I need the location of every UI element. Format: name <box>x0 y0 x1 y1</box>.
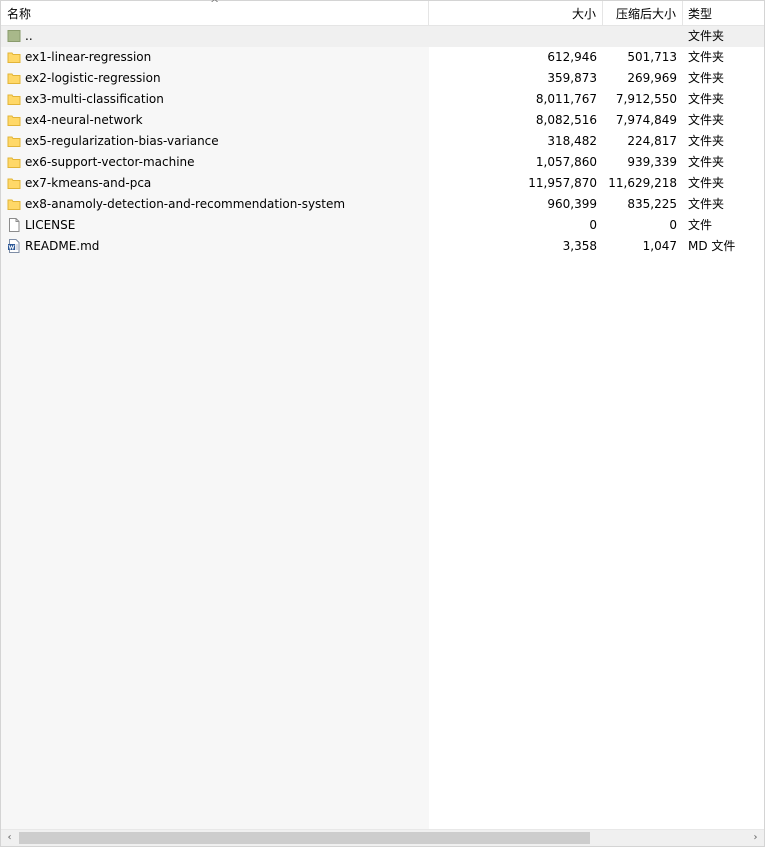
file-name-cell: ex3-multi-classification <box>7 89 427 110</box>
file-packed-size: 0 <box>669 218 677 232</box>
file-type: 文件夹 <box>688 197 725 211</box>
file-name: ex8-anamoly-detection-and-recommendation… <box>25 197 346 211</box>
file-name: ex2-logistic-regression <box>25 71 161 85</box>
file-packed-size: 501,713 <box>627 50 677 64</box>
file-packed-size: 939,339 <box>627 155 677 169</box>
file-icon <box>7 217 21 232</box>
parent-folder-icon <box>7 29 21 43</box>
file-row[interactable]: README.md 3,358 1,047 MD 文件 <box>1 236 764 257</box>
column-type-label: 类型 <box>688 7 713 21</box>
file-name: ex3-multi-classification <box>25 92 164 106</box>
column-size-label: 大小 <box>571 7 596 21</box>
folder-icon <box>7 92 21 106</box>
file-packed-size: 11,629,218 <box>608 176 677 190</box>
folder-icon <box>7 50 21 64</box>
file-row[interactable]: ex7-kmeans-and-pca 11,957,870 11,629,218 文件… <box>1 173 764 194</box>
file-row[interactable]: ex2-logistic-regression 359,873 269,969 文件夹 <box>1 68 764 89</box>
file-packed-size: 1,047 <box>642 239 677 253</box>
column-packed-size-header[interactable]: 压缩后大小 <box>603 1 683 26</box>
file-packed-size: 269,969 <box>627 71 677 85</box>
file-size: 359,873 <box>547 71 597 85</box>
file-row[interactable]: ex5-regularization-bias-variance 318,482 2… <box>1 131 764 152</box>
file-type: 文件夹 <box>688 92 725 106</box>
folder-icon <box>7 134 21 148</box>
file-row[interactable]: ex6-support-vector-machine 1,057,860 939,3… <box>1 152 764 173</box>
file-size: 8,011,767 <box>535 92 597 106</box>
scroll-thumb[interactable] <box>19 832 590 844</box>
file-packed-size: 835,225 <box>627 197 677 211</box>
file-name-cell: README.md <box>7 236 427 257</box>
scroll-left-button[interactable]: ‹ <box>1 830 18 846</box>
file-type: 文件 <box>688 218 713 232</box>
file-row[interactable]: ex4-neural-network 8,082,516 7,974,849 文件夹 <box>1 110 764 131</box>
file-name-cell: ex6-support-vector-machine <box>7 152 427 173</box>
parent-directory-row[interactable]: .. 文件夹 <box>1 26 764 47</box>
file-name: ex4-neural-network <box>25 113 143 127</box>
file-row[interactable]: LICENSE 0 0 文件 <box>1 215 764 236</box>
folder-icon <box>7 176 21 190</box>
horizontal-scrollbar[interactable]: ‹ › <box>1 829 764 846</box>
folder-icon <box>7 155 21 169</box>
document-icon <box>7 238 21 253</box>
file-type: 文件夹 <box>688 176 725 190</box>
file-name: LICENSE <box>25 218 76 232</box>
file-type: 文件夹 <box>688 155 725 169</box>
column-type-header[interactable]: 类型 <box>683 1 764 26</box>
file-type: 文件夹 <box>688 71 725 85</box>
file-type: 文件夹 <box>688 113 725 127</box>
scroll-right-button[interactable]: › <box>747 830 764 846</box>
file-packed-size: 7,974,849 <box>615 113 677 127</box>
file-name: README.md <box>25 239 100 253</box>
file-name-cell: LICENSE <box>7 215 427 236</box>
file-list: .. 文件夹 ex1-linear-regression 612,946 501,713… <box>1 26 764 829</box>
file-name-cell: ex1-linear-regression <box>7 47 427 68</box>
archive-window: 名称 ^ 大小 压缩后大小 类型 .. 文件夹 ex1-linear-regress… <box>0 0 765 847</box>
column-packed-size-label: 压缩后大小 <box>615 7 676 21</box>
file-type: 文件夹 <box>688 29 725 43</box>
file-name-cell: ex7-kmeans-and-pca <box>7 173 427 194</box>
folder-icon <box>7 71 21 85</box>
column-name-header[interactable]: 名称 ^ <box>1 0 429 26</box>
file-size: 1,057,860 <box>535 155 597 169</box>
file-name: ex7-kmeans-and-pca <box>25 176 152 190</box>
file-size: 318,482 <box>547 134 597 148</box>
file-packed-size: 7,912,550 <box>615 92 677 106</box>
file-rows: .. 文件夹 ex1-linear-regression 612,946 501,713… <box>1 26 764 257</box>
file-size: 0 <box>589 218 597 232</box>
file-size <box>429 26 603 47</box>
file-name: .. <box>25 29 33 43</box>
file-size: 960,399 <box>547 197 597 211</box>
folder-icon <box>7 197 21 211</box>
file-row[interactable]: ex8-anamoly-detection-and-recommendation… <box>1 194 764 215</box>
file-name-cell: ex2-logistic-regression <box>7 68 427 89</box>
file-name-cell: ex8-anamoly-detection-and-recommendation… <box>7 194 427 215</box>
file-row[interactable]: ex1-linear-regression 612,946 501,713 文件夹 <box>1 47 764 68</box>
file-type: MD 文件 <box>688 239 736 253</box>
column-name-label: 名称 <box>7 7 32 21</box>
folder-icon <box>7 113 21 127</box>
file-name: ex6-support-vector-machine <box>25 155 195 169</box>
file-size: 612,946 <box>547 50 597 64</box>
file-size: 8,082,516 <box>535 113 597 127</box>
column-size-header[interactable]: 大小 <box>429 1 603 26</box>
file-packed-size: 224,817 <box>627 134 677 148</box>
column-header: 名称 ^ 大小 压缩后大小 类型 <box>1 0 764 26</box>
file-row[interactable]: ex3-multi-classification 8,011,767 7,912,5… <box>1 89 764 110</box>
file-packed-size <box>603 26 683 47</box>
file-name-cell: ex4-neural-network <box>7 110 427 131</box>
sort-ascending-icon: ^ <box>210 0 220 10</box>
file-type: 文件夹 <box>688 50 725 64</box>
file-name-cell: ex5-regularization-bias-variance <box>7 131 427 152</box>
file-name: ex1-linear-regression <box>25 50 152 64</box>
file-type: 文件夹 <box>688 134 725 148</box>
file-size: 11,957,870 <box>528 176 597 190</box>
file-name: ex5-regularization-bias-variance <box>25 134 219 148</box>
file-name-cell: .. <box>7 26 427 47</box>
file-size: 3,358 <box>562 239 597 253</box>
